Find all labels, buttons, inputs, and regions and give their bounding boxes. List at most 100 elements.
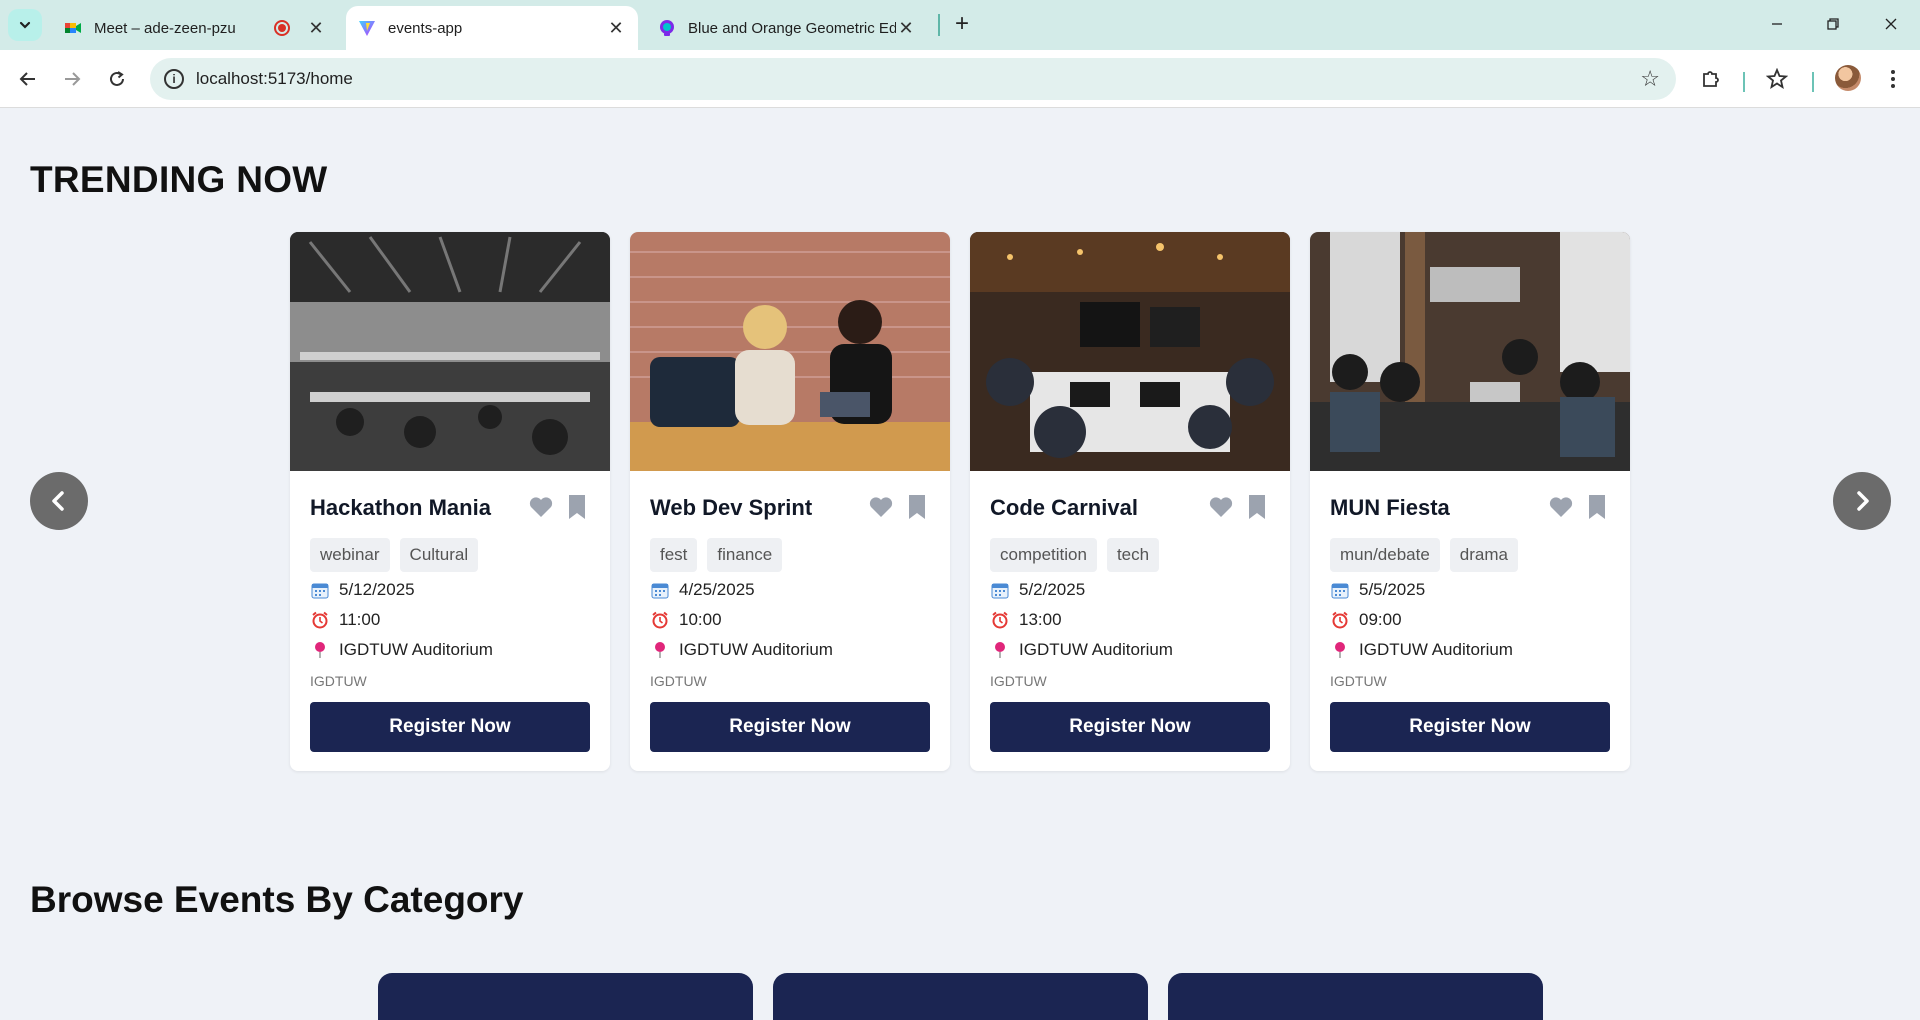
event-date: 5/12/2025 [310, 580, 415, 600]
close-window-button[interactable] [1868, 8, 1914, 40]
pin-icon [995, 642, 1005, 658]
register-button[interactable]: Register Now [990, 702, 1270, 752]
event-card: Code Carnival competition tech 5/2/2025 … [970, 232, 1290, 771]
vite-icon [359, 21, 375, 36]
carousel-next-button[interactable] [1833, 472, 1891, 530]
menu-button[interactable] [1878, 64, 1908, 94]
page-content: TRENDING NOW Hackathon Mania webinar Cul… [0, 109, 1920, 1020]
kebab-menu-icon [1891, 70, 1895, 88]
recording-icon [274, 20, 290, 36]
chevron-down-icon [19, 21, 31, 29]
bookmark-star-icon[interactable]: ☆ [1640, 66, 1660, 92]
event-time: 13:00 [990, 610, 1062, 630]
address-bar[interactable]: i localhost:5173/home ☆ [150, 58, 1676, 100]
heart-icon[interactable] [1208, 495, 1234, 519]
date-text: 4/25/2025 [679, 580, 755, 599]
tab-search-button[interactable] [8, 9, 42, 41]
tag-list: mun/debate drama [1330, 538, 1518, 572]
event-date: 5/5/2025 [1330, 580, 1425, 600]
puzzle-icon [1703, 71, 1719, 87]
tab-meet[interactable]: Meet – ade-zeen-pzu ✕ [52, 6, 338, 50]
organizer: IGDTUW [990, 673, 1047, 689]
event-venue: IGDTUW Auditorium [310, 640, 493, 660]
category-card[interactable] [378, 973, 753, 1020]
tag: fest [650, 538, 698, 572]
event-date: 4/25/2025 [650, 580, 755, 600]
heart-icon[interactable] [868, 495, 894, 519]
category-card[interactable] [1168, 973, 1543, 1020]
date-text: 5/5/2025 [1359, 580, 1426, 599]
new-tab-button[interactable]: + [948, 10, 976, 38]
close-tab-icon[interactable]: ✕ [306, 18, 326, 39]
close-tab-icon[interactable]: ✕ [606, 18, 626, 39]
close-tab-icon[interactable]: ✕ [896, 18, 916, 39]
chevron-right-icon [1857, 491, 1869, 511]
alarm-clock-icon [652, 611, 668, 629]
event-title: Hackathon Mania [310, 495, 491, 520]
time-text: 10:00 [679, 610, 722, 629]
event-title: MUN Fiesta [1330, 495, 1450, 520]
tag: mun/debate [1330, 538, 1440, 572]
toolbar-separator [1743, 72, 1745, 92]
event-photo [970, 232, 1290, 471]
browser-toolbar: i localhost:5173/home ☆ [0, 50, 1920, 108]
trending-title: TRENDING NOW [30, 159, 328, 200]
forward-button[interactable] [56, 63, 88, 95]
tab-label: Blue and Orange Geometric Edu [688, 19, 896, 37]
minimize-icon [1772, 23, 1782, 25]
register-button[interactable]: Register Now [310, 702, 590, 752]
calendar-icon [991, 583, 1009, 599]
event-time: 10:00 [650, 610, 722, 630]
time-text: 13:00 [1019, 610, 1062, 629]
tab-canva[interactable]: Blue and Orange Geometric Edu ✕ [646, 6, 928, 50]
bookmark-icon[interactable] [567, 494, 587, 520]
event-title: Web Dev Sprint [650, 495, 813, 520]
extensions-button[interactable] [1696, 64, 1726, 94]
canva-icon [660, 20, 674, 36]
category-card[interactable] [773, 973, 1148, 1020]
time-text: 11:00 [339, 610, 381, 629]
event-card: Web Dev Sprint fest finance 4/25/2025 10… [630, 232, 950, 771]
arrow-right-icon [65, 72, 81, 86]
back-button[interactable] [12, 63, 44, 95]
chevron-left-icon [52, 491, 64, 511]
tag: webinar [310, 538, 390, 572]
carousel-prev-button[interactable] [30, 472, 88, 530]
toolbar-separator [1812, 72, 1814, 92]
tab-label: events-app [388, 19, 463, 37]
profile-avatar[interactable] [1835, 65, 1861, 91]
organizer: IGDTUW [650, 673, 707, 689]
bookmark-icon[interactable] [1587, 494, 1607, 520]
register-button[interactable]: Register Now [1330, 702, 1610, 752]
minimize-button[interactable] [1754, 8, 1800, 40]
meet-icon [65, 23, 81, 33]
site-info-icon[interactable]: i [164, 69, 184, 89]
event-card: Hackathon Mania webinar Cultural 5/12/20… [290, 232, 610, 771]
reload-icon [110, 71, 124, 86]
pin-icon [1335, 642, 1345, 658]
alarm-clock-icon [992, 611, 1008, 629]
restore-button[interactable] [1810, 8, 1856, 40]
reload-button[interactable] [101, 63, 133, 95]
alarm-clock-icon [312, 611, 328, 629]
register-button[interactable]: Register Now [650, 702, 930, 752]
date-text: 5/2/2025 [1019, 580, 1086, 599]
bookmark-icon[interactable] [1247, 494, 1267, 520]
heart-icon[interactable] [1548, 495, 1574, 519]
heart-icon[interactable] [528, 495, 554, 519]
bookmarks-button[interactable] [1762, 64, 1792, 94]
tab-events-app[interactable]: events-app ✕ [346, 6, 638, 50]
event-card: MUN Fiesta mun/debate drama 5/5/2025 09:… [1310, 232, 1630, 771]
tag: drama [1449, 538, 1518, 572]
browser-tab-strip: Meet – ade-zeen-pzu ✕ events-app ✕ Blue … [0, 0, 1920, 50]
tab-label: Meet – ade-zeen-pzu [94, 19, 236, 37]
event-venue: IGDTUW Auditorium [650, 640, 833, 660]
event-title: Code Carnival [990, 495, 1138, 520]
tag: finance [707, 538, 783, 572]
tag: Cultural [399, 538, 479, 572]
restore-icon [1827, 18, 1839, 30]
event-photo [290, 232, 610, 471]
pin-icon [315, 642, 325, 658]
bookmark-icon[interactable] [907, 494, 927, 520]
tag: competition [990, 538, 1097, 572]
